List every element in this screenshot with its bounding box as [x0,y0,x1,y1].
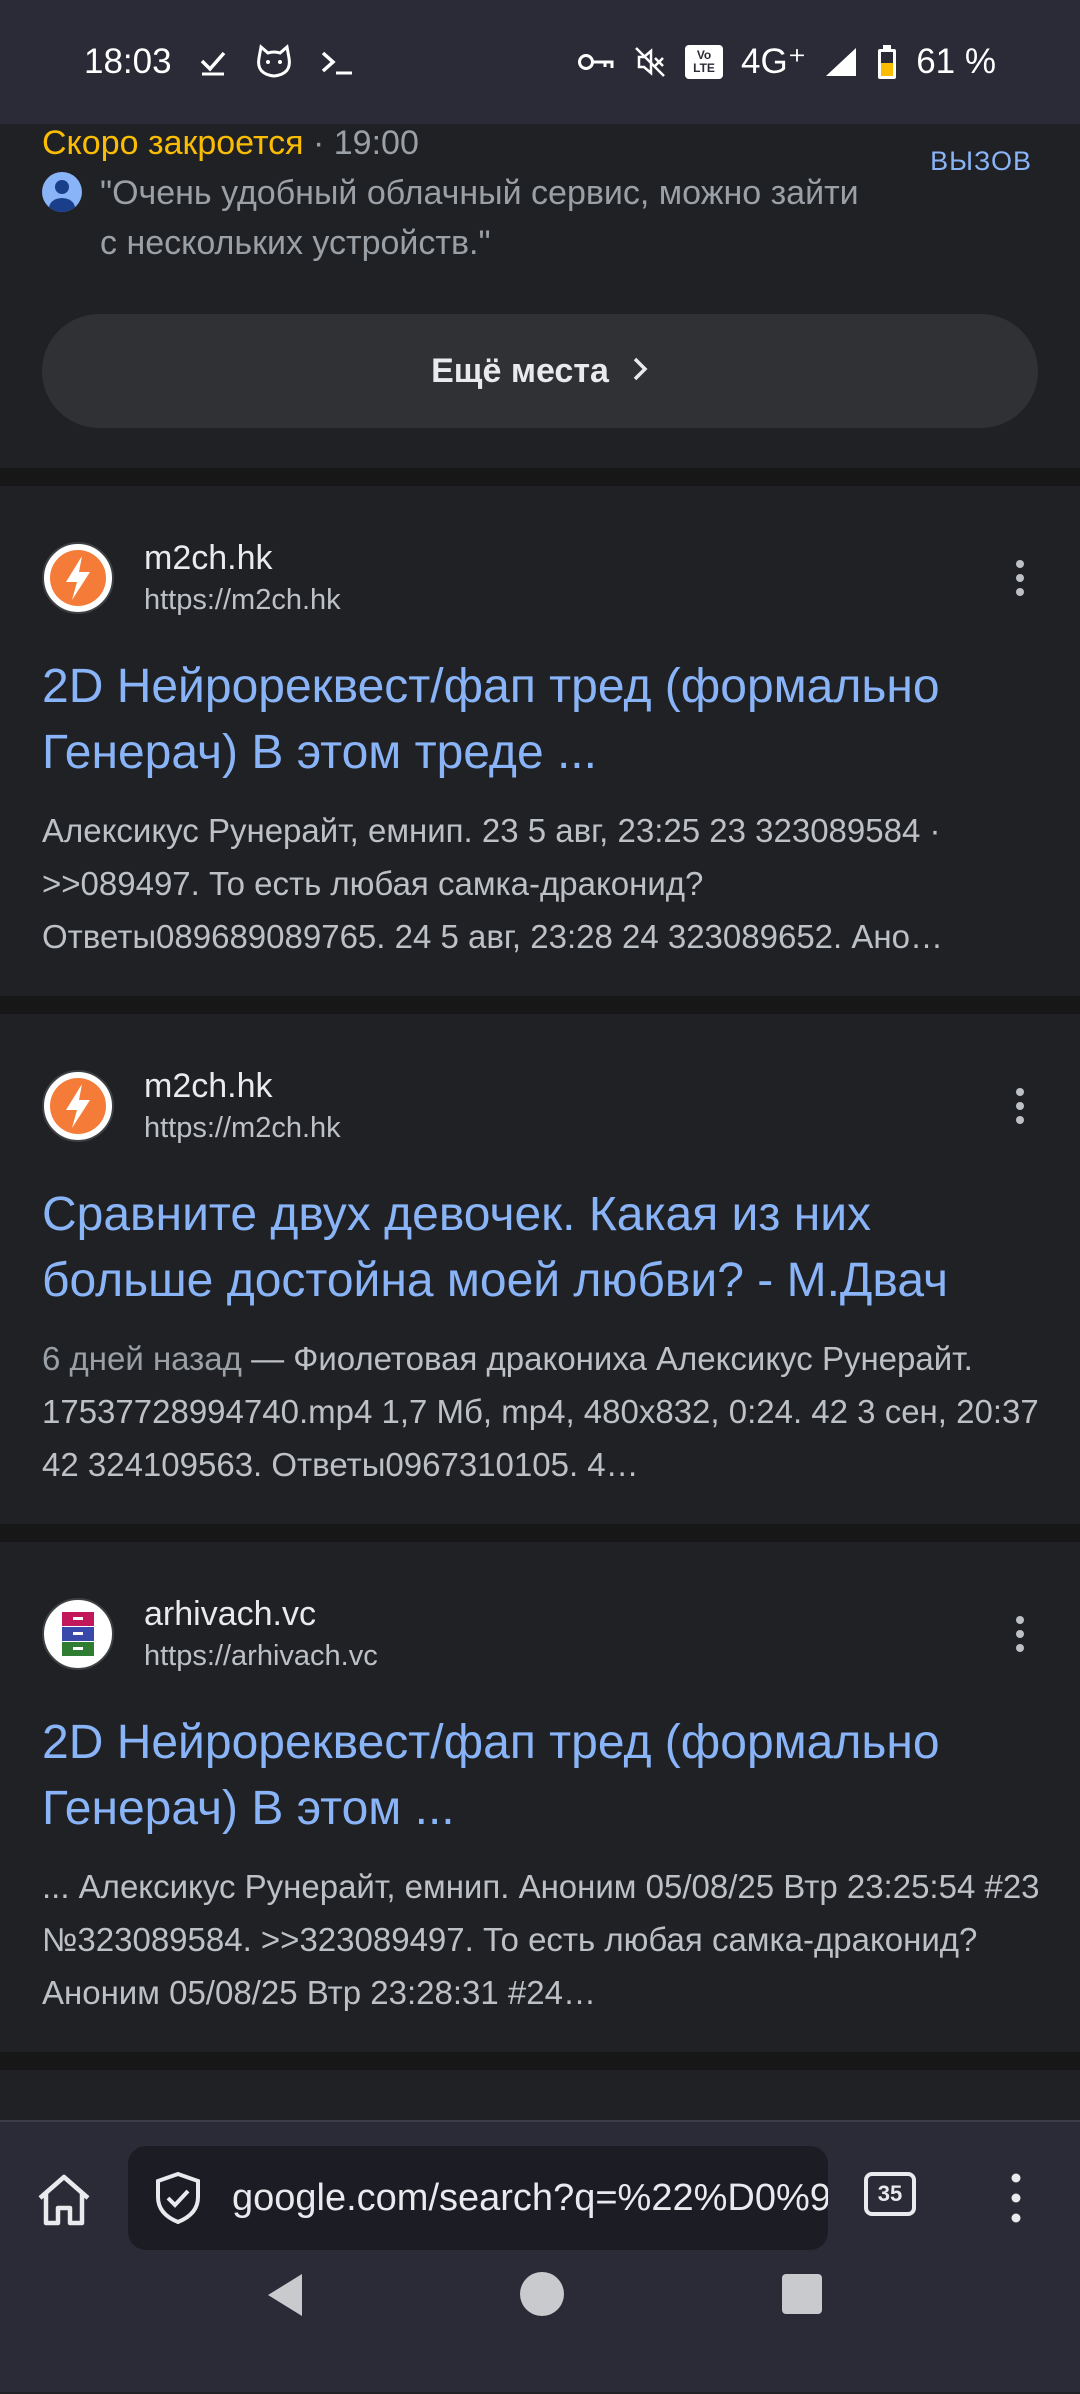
result-snippet: ... Алексикус Рунерайт, емнип. Аноним 05… [42,1860,1042,2019]
search-result: m2ch.hk https://m2ch.hk Сравните двух де… [0,1014,1080,1524]
result-snippet-text: Алексикус Рунерайт, емнип. 23 5 авг, 23:… [42,812,943,955]
network-type: 4G⁺ [741,42,807,81]
lightning-favicon-icon [42,542,114,614]
result-date: 6 дней назад [42,1340,242,1377]
result-snippet: Алексикус Рунерайт, емнип. 23 5 авг, 23:… [42,804,1042,963]
result-title-link[interactable]: Сравните двух девочек. Какая из них боль… [42,1182,1052,1314]
divider [0,1524,1080,1542]
status-bar: 18:03 Vo LTE 4G⁺ 61 % [0,0,1080,124]
mute-icon [633,45,667,79]
chevron-right-icon [631,352,649,391]
divider [0,2052,1080,2070]
tab-switcher-button[interactable]: 35 [864,2172,916,2216]
result-source[interactable]: m2ch.hk https://m2ch.hk [42,1064,341,1148]
recents-icon[interactable] [780,2272,824,2321]
result-site-url: https://m2ch.hk [144,584,341,616]
result-snippet: 6 дней назад — Фиолетовая дракониха Алек… [42,1332,1042,1491]
divider [0,468,1080,486]
more-places-label: Ещё места [431,351,609,390]
battery-icon [876,44,898,80]
shield-check-icon [152,2170,204,2226]
checkmark-icon [198,47,228,77]
search-results: Скоро закроется · 19:00 ВЫЗОВ "Очень удо… [0,124,1080,2120]
place-card: Скоро закроется · 19:00 ВЫЗОВ "Очень удо… [0,124,1080,468]
result-menu-icon[interactable] [1008,1086,1032,1126]
result-site-url: https://arhivach.vc [144,1640,378,1672]
result-site-name: arhivach.vc [144,1595,316,1633]
address-bar[interactable]: google.com/search?q=%22%D0%9 [128,2146,828,2250]
result-menu-icon[interactable] [1008,558,1032,598]
closing-soon-label: Скоро закроется [42,124,304,162]
more-vert-icon[interactable] [1004,2170,1028,2226]
result-source[interactable]: m2ch.hk https://m2ch.hk [42,536,341,620]
result-snippet-text: ... Алексикус Рунерайт, емнип. Аноним 05… [42,1868,1040,2011]
result-site-url: https://m2ch.hk [144,1112,341,1144]
reviewer-avatar-icon [42,172,82,212]
cat-icon [254,44,294,80]
home-icon[interactable] [34,2170,94,2230]
home-circle-icon[interactable] [518,2270,566,2323]
volte-icon: Vo LTE [685,45,724,79]
result-title-link[interactable]: 2D Нейрореквест/фап тред (формально Гене… [42,654,1052,786]
review-text: "Очень удобный облачный сервис, можно за… [100,174,859,262]
search-result: arhivach.vc https://arhivach.vc 2D Нейро… [0,1542,1080,2052]
battery-percent: 61 % [916,42,996,81]
terminal-icon [320,47,354,77]
closing-status: Скоро закроется · 19:00 [42,124,419,163]
call-button[interactable]: ВЫЗОВ [930,146,1032,177]
back-icon[interactable] [262,2270,310,2325]
search-result: m2ch.hk https://m2ch.hk 2D Нейрореквест/… [0,486,1080,996]
result-menu-icon[interactable] [1008,1614,1032,1654]
result-site-name: m2ch.hk [144,539,273,577]
key-icon [577,50,615,74]
divider [0,996,1080,1014]
signal-icon [824,46,858,78]
archive-cabinet-favicon-icon [42,1598,114,1670]
more-places-button[interactable]: Ещё места [42,314,1038,428]
closing-time: · 19:00 [303,124,419,162]
browser-toolbar: google.com/search?q=%22%D0%9 35 [0,2120,1080,2392]
result-site-name: m2ch.hk [144,1067,273,1105]
system-nav-bar [0,2252,1080,2394]
lightning-favicon-icon [42,1070,114,1142]
status-time: 18:03 [84,42,172,81]
result-title-link[interactable]: 2D Нейрореквест/фап тред (формально Гене… [42,1710,1052,1842]
result-source[interactable]: arhivach.vc https://arhivach.vc [42,1592,378,1676]
url-text: google.com/search?q=%22%D0%9 [232,2176,828,2219]
